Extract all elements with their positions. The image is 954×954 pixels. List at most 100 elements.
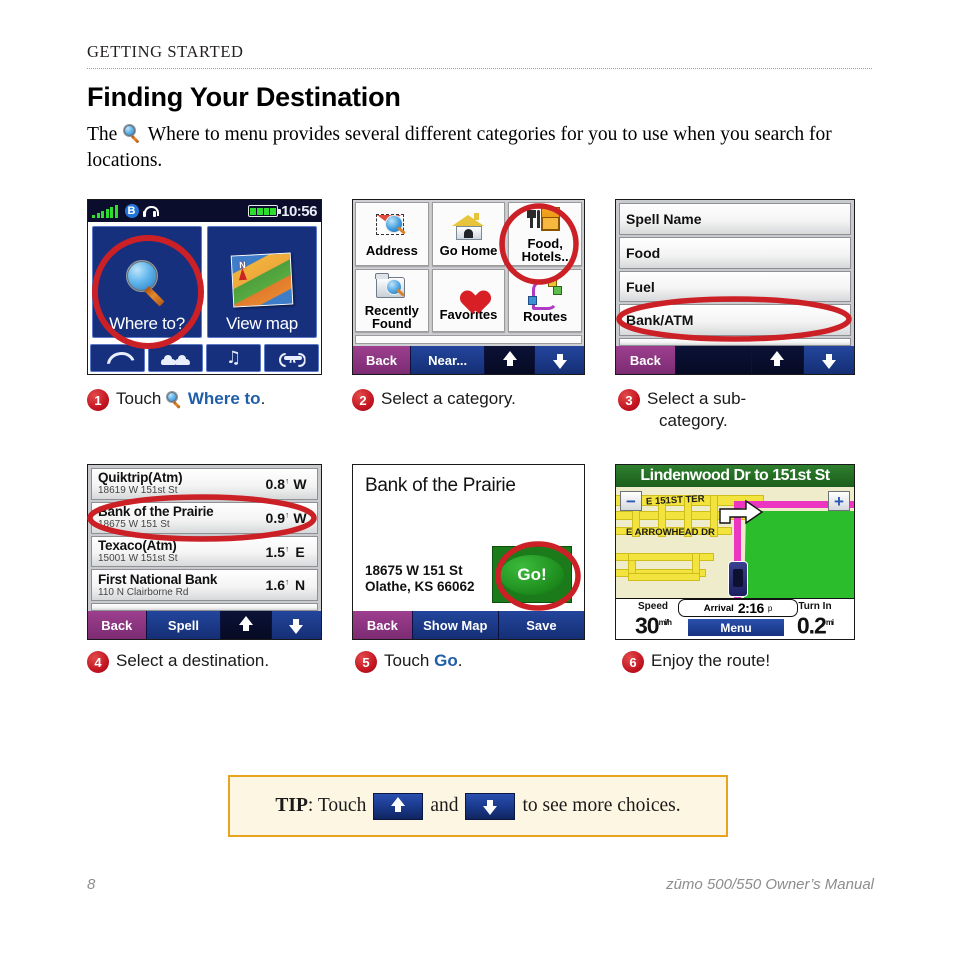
list-item[interactable]: Food [619, 236, 851, 269]
category-routes[interactable]: Routes [508, 268, 582, 332]
footer-spacer [675, 346, 753, 374]
show-map-button[interactable]: Show Map [412, 611, 499, 639]
poi-name: Quiktrip(Atm) [98, 470, 183, 486]
step-link: Where to [187, 389, 261, 408]
where-to-button[interactable]: Where to? [92, 226, 202, 338]
speed-box: Speed 30mi/h [622, 599, 684, 639]
category-label: Recently Found [364, 302, 419, 331]
intro-text-after: Where to menu provides several different… [87, 124, 832, 171]
poi-distance: 1.6↑ [265, 577, 289, 594]
go-button[interactable]: Go! [492, 546, 572, 603]
detail-address-line2: Olathe, KS 66062 [365, 579, 475, 594]
step-2: 2 Select a category. [352, 388, 582, 411]
go-label: Go! [500, 554, 564, 595]
header-rule [87, 68, 872, 69]
table-row[interactable]: Quiktrip(Atm) 18619 W 151st St 0.8↑ W [91, 468, 318, 500]
turn-in-value: 0.2mi [796, 612, 834, 639]
scroll-up-button[interactable] [752, 346, 804, 374]
music-note-icon: ♫ [225, 347, 242, 368]
scroll-up-button[interactable] [485, 346, 536, 374]
save-button[interactable]: Save [498, 611, 584, 639]
detail-address: 18675 W 151 St Olathe, KS 66062 [365, 563, 475, 595]
category-go-home[interactable]: Go Home [431, 202, 506, 266]
arrival-unit: p [767, 603, 773, 613]
spell-button[interactable]: Spell [146, 611, 222, 639]
page-title: Finding Your Destination [87, 82, 401, 112]
scroll-down-button[interactable] [535, 346, 584, 374]
poi-distance: 0.9↑ [265, 509, 289, 526]
magnifier-icon [122, 258, 172, 310]
back-button[interactable]: Back [616, 346, 676, 374]
magnifier-icon [166, 391, 183, 409]
arrival-box: Arrival 2:16 p [678, 599, 798, 617]
running-head: Getting Started [87, 42, 244, 61]
table-row-selected[interactable]: Bank of the Prairie 18675 W 151 St 0.9↑ … [91, 501, 318, 534]
tip-scroll-down-button[interactable] [465, 792, 516, 820]
manual-page: Getting Started Finding Your Destination… [0, 0, 954, 954]
poi-address: 18675 W 151 St [98, 519, 170, 531]
poi-direction: W [293, 509, 307, 526]
tip-scroll-up-button[interactable] [373, 792, 424, 820]
poi-name: Bank of the Prairie [98, 504, 214, 520]
table-row[interactable]: Texaco(Atm) 15001 W 151st St 1.5↑ E [91, 535, 318, 568]
view-map-button[interactable]: View map [207, 226, 317, 338]
arrival-value: 2:16 [737, 600, 765, 616]
tools-button[interactable] [264, 344, 319, 372]
back-button[interactable]: Back [353, 346, 411, 374]
category-address[interactable]: Address [355, 202, 429, 266]
intro-text-before: The [87, 124, 118, 145]
bluetooth-icon: B [124, 204, 139, 218]
battery-icon [248, 205, 282, 217]
scroll-down-button[interactable] [271, 611, 321, 639]
near-button[interactable]: Near... [411, 346, 486, 374]
category-recently-found[interactable]: Recently Found [355, 268, 429, 332]
phone-button[interactable] [90, 344, 145, 372]
zoom-in-button[interactable]: + [828, 491, 850, 511]
tip-label: TIP [275, 795, 308, 816]
scroll-up-button[interactable] [221, 611, 272, 639]
results-footer: Back Spell [88, 611, 321, 639]
folder-magnifier-icon [375, 271, 409, 301]
wrench-tools-icon [279, 353, 306, 367]
step-1: 1 Touch Where to. [87, 388, 337, 411]
device-screen-categories: Address Go Home Food, Hotels.. Recently … [352, 199, 585, 375]
category-favorites[interactable]: Favorites [431, 268, 506, 332]
menu-button[interactable]: Menu [688, 619, 784, 636]
food-hotel-icon [527, 204, 562, 234]
detail-footer: Back Show Map Save [353, 611, 584, 639]
music-button[interactable]: ♫ [206, 344, 261, 372]
phone-icon [107, 352, 129, 364]
turn-in-caption: Turn In [798, 600, 832, 612]
back-button[interactable]: Back [353, 611, 413, 639]
route-banner: Lindenwood Dr to 151st St [616, 465, 854, 487]
device-screen-results: Quiktrip(Atm) 18619 W 151st St 0.8↑ W Ba… [87, 464, 322, 640]
category-label: Food, Hotels.. [521, 236, 569, 265]
arrival-caption: Arrival [703, 602, 734, 614]
list-item[interactable]: Fuel [619, 270, 851, 303]
scroll-down-button[interactable] [803, 346, 854, 374]
step-4: 4 Select a destination. [87, 650, 337, 673]
back-button[interactable]: Back [88, 611, 147, 639]
envelope-magnifier-icon [375, 211, 409, 241]
category-food-hotels[interactable]: Food, Hotels.. [508, 202, 582, 266]
step-number: 1 [87, 389, 109, 411]
vehicle-marker [728, 561, 748, 597]
step-text: Select a category. [381, 389, 516, 408]
subcategory-list: Spell Name Food Fuel Bank/ATM [616, 200, 854, 347]
heart-icon [453, 279, 483, 305]
page-number: 8 [87, 876, 96, 893]
zoom-out-button[interactable]: − [620, 491, 642, 511]
turn-in-box: Turn In 0.2mi [782, 599, 848, 639]
step-link: Go [434, 651, 458, 670]
traffic-button[interactable] [148, 344, 203, 372]
tip-text-3: to see more choices. [522, 795, 681, 816]
table-row[interactable]: First National Bank 110 N Clairborne Rd … [91, 569, 318, 602]
step-number: 4 [87, 651, 109, 673]
status-clock: 10:56 [281, 202, 317, 220]
category-label: Routes [523, 309, 568, 325]
list-item[interactable]: Spell Name [619, 203, 851, 235]
map-data-bar: Speed 30mi/h Arrival 2:16 p Menu Turn In… [616, 598, 854, 639]
tip-text-1: : Touch [307, 795, 367, 816]
list-item-selected[interactable]: Bank/ATM [619, 304, 851, 337]
poi-distance: 0.8↑ [265, 475, 289, 492]
